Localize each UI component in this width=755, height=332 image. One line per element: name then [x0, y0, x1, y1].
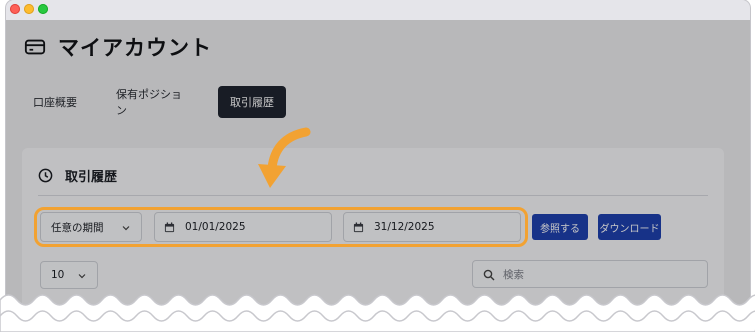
chevron-down-icon	[122, 226, 130, 231]
credit-card-icon	[24, 39, 46, 55]
page-title-text: マイアカウント	[58, 36, 212, 60]
calendar-icon	[353, 222, 364, 233]
period-select-value: 任意の期間	[51, 221, 104, 234]
close-window-button[interactable]	[10, 4, 20, 14]
start-date-value: 01/01/2025	[185, 221, 246, 233]
pointer-arrow-icon	[258, 127, 311, 188]
search-input[interactable]: 検索	[472, 260, 708, 288]
chevron-down-icon	[78, 274, 86, 279]
start-date-input[interactable]: 01/01/2025	[154, 212, 332, 242]
section-title: 取引履歴	[65, 169, 118, 185]
minimize-window-button[interactable]	[24, 4, 34, 14]
end-date-input[interactable]: 31/12/2025	[343, 212, 521, 242]
window-titlebar	[6, 0, 750, 20]
download-button[interactable]: ダウンロード	[598, 214, 661, 240]
tab-account-overview[interactable]: 口座概要	[28, 86, 82, 118]
page-size-select[interactable]: 10	[40, 261, 98, 289]
page-size-value: 10	[51, 269, 65, 281]
divider	[38, 195, 708, 196]
page-title: マイアカウント	[24, 32, 212, 62]
browser-window: マイアカウント 口座概要 保有ポジション 取引履歴 取引履歴 任意の期間 01/…	[6, 0, 750, 332]
torn-edge	[0, 294, 755, 332]
reference-button[interactable]: 参照する	[532, 214, 588, 240]
maximize-window-button[interactable]	[38, 4, 48, 14]
clock-icon	[38, 168, 53, 182]
period-select[interactable]: 任意の期間	[40, 212, 142, 242]
tab-trade-history[interactable]: 取引履歴	[218, 86, 286, 118]
search-placeholder: 検索	[503, 268, 524, 281]
calendar-icon	[164, 222, 175, 233]
section-header: 取引履歴	[38, 165, 117, 185]
tab-positions[interactable]: 保有ポジション	[116, 86, 188, 118]
end-date-value: 31/12/2025	[374, 221, 435, 233]
search-icon	[483, 269, 495, 281]
